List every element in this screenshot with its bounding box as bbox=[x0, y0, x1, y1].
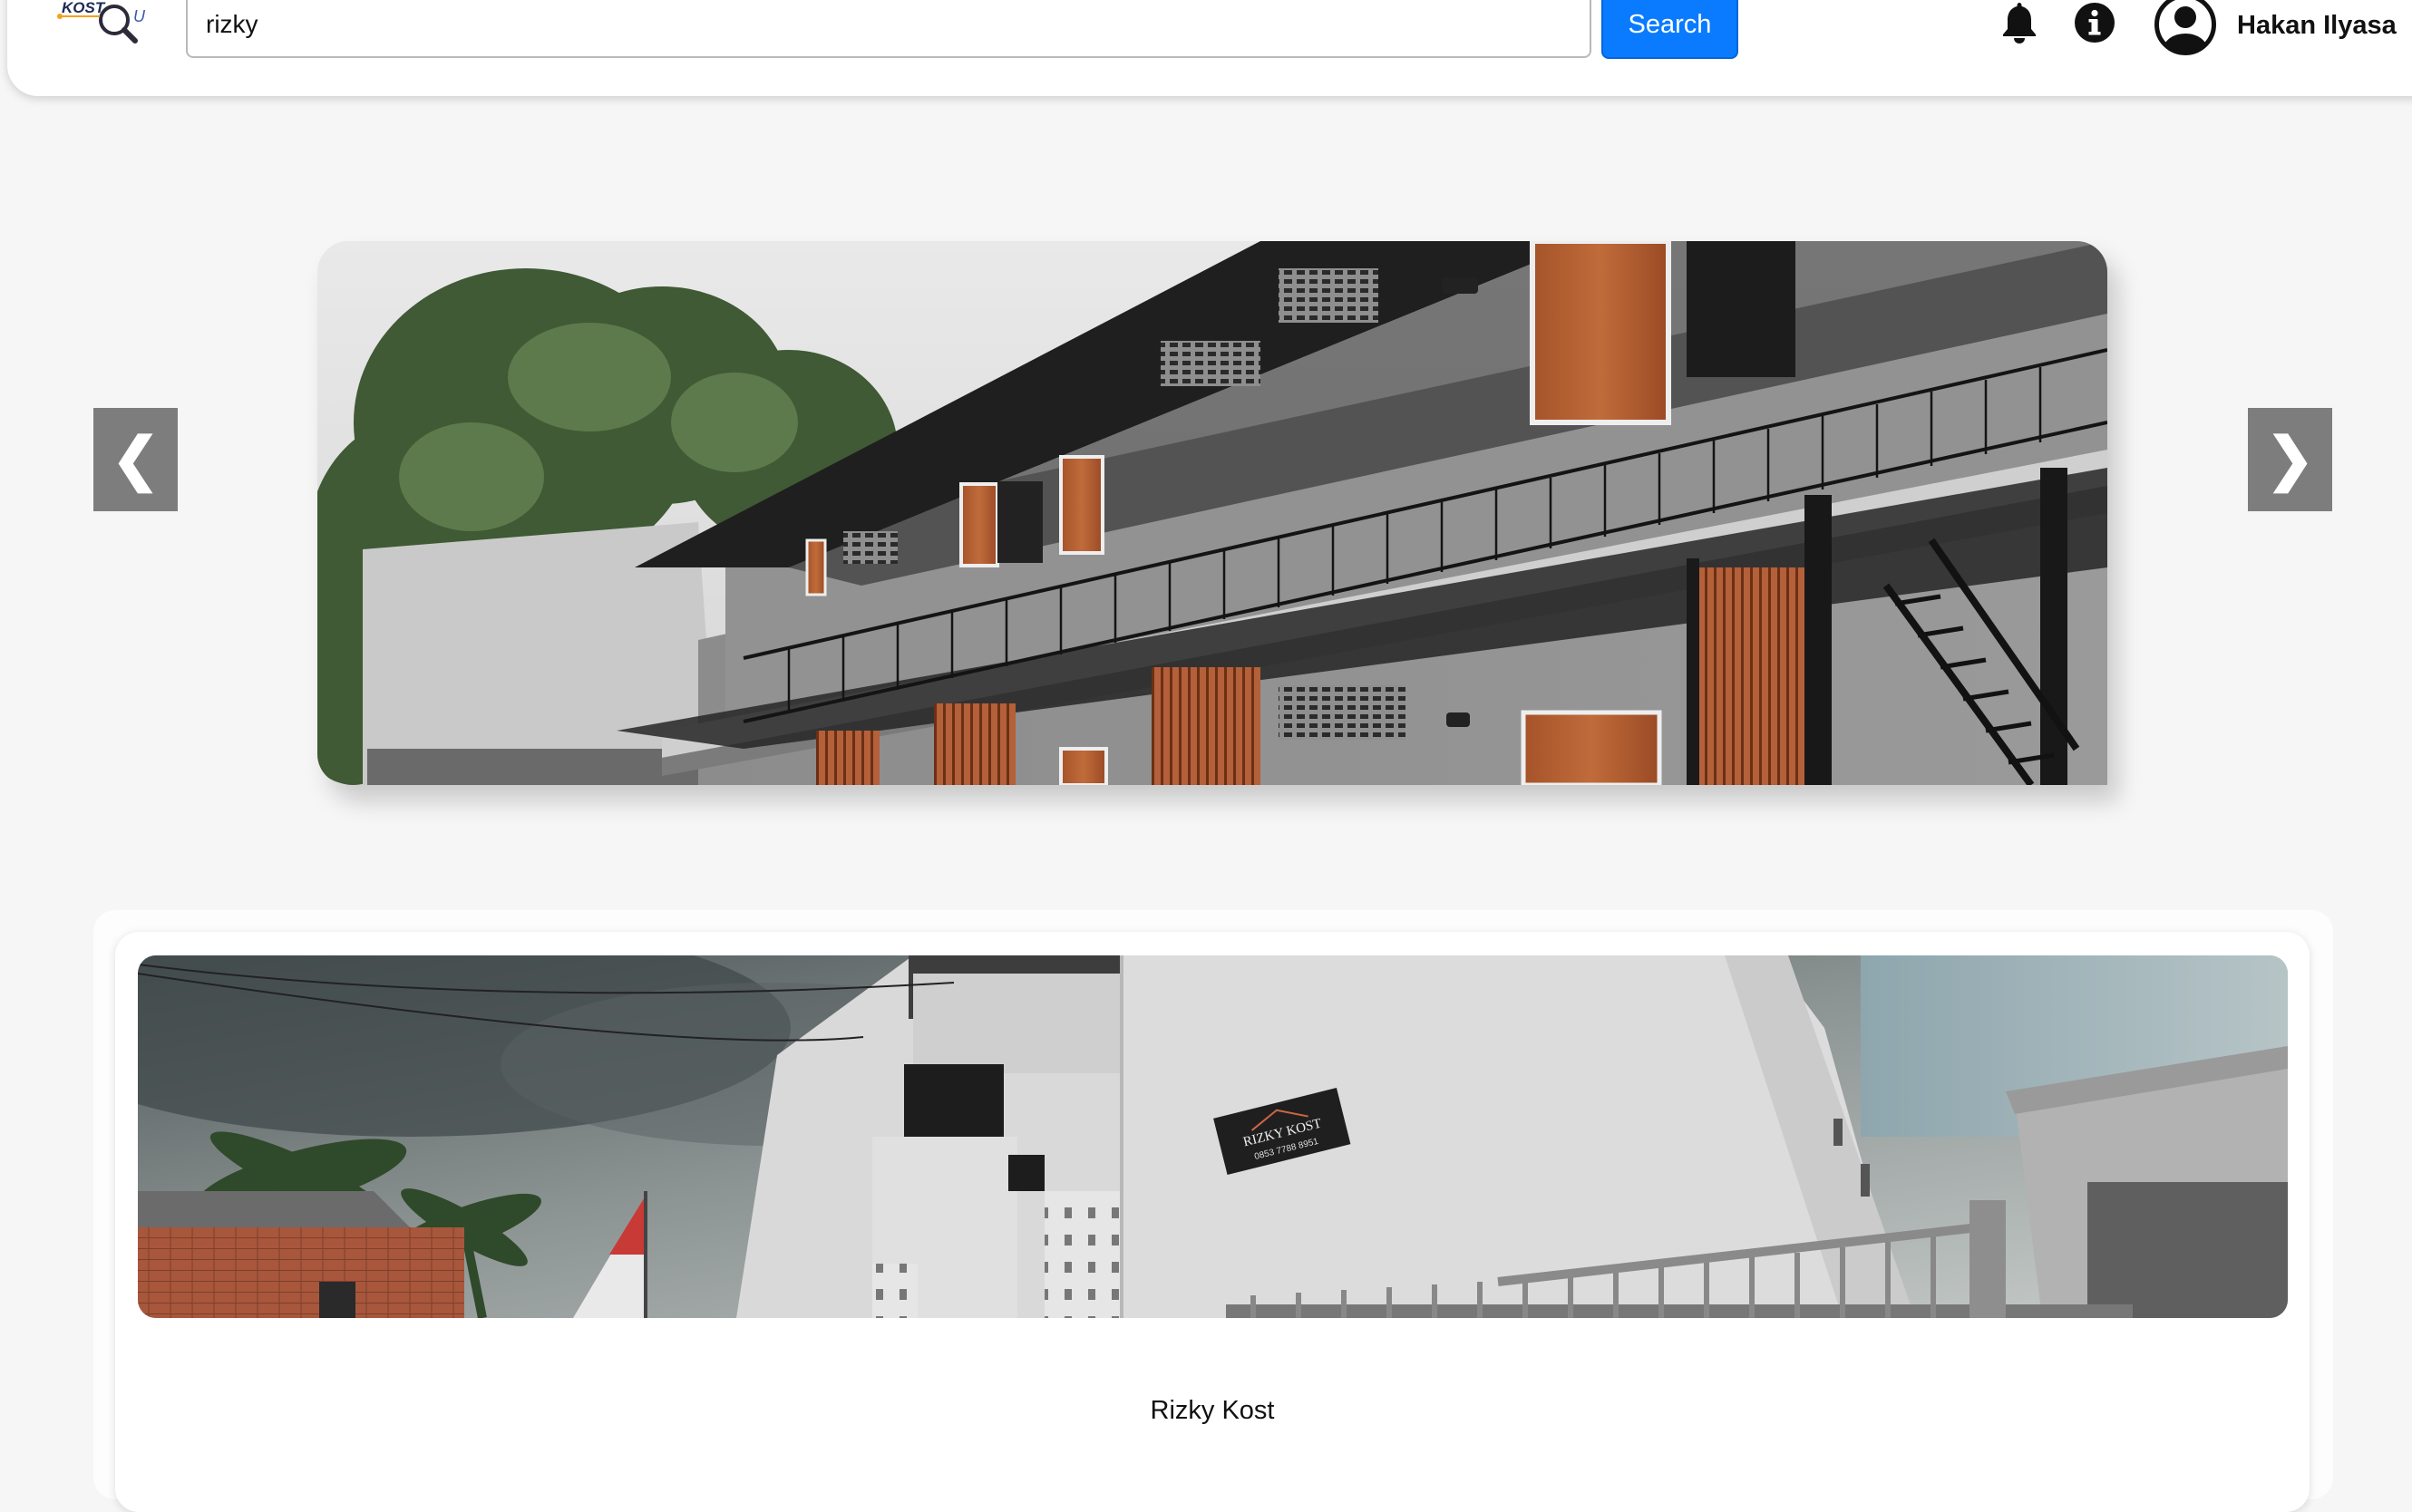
search-button[interactable]: Search bbox=[1601, 0, 1738, 59]
featured-carousel: ❮ ❯ bbox=[0, 241, 2412, 785]
top-navbar: KOST U Search Hakan Ilyas bbox=[7, 0, 2412, 96]
search-input[interactable] bbox=[186, 0, 1591, 58]
carousel-slide-image bbox=[317, 241, 2107, 785]
svg-text:U: U bbox=[133, 7, 146, 25]
listing-card-rizky-kost[interactable]: RIZKY KOST 0853 7788 8951 Rizky Kost bbox=[115, 932, 2310, 1512]
info-icon[interactable] bbox=[2074, 2, 2115, 44]
listing-photo: RIZKY KOST 0853 7788 8951 bbox=[138, 955, 2288, 1318]
carousel-prev-button[interactable]: ❮ bbox=[93, 408, 178, 511]
kostqu-logo[interactable]: KOST U bbox=[51, 0, 147, 45]
svg-text:KOST: KOST bbox=[62, 0, 106, 16]
user-name[interactable]: Hakan Ilyasa bbox=[2237, 11, 2397, 41]
carousel-next-button[interactable]: ❯ bbox=[2248, 408, 2332, 511]
listing-name[interactable]: Rizky Kost bbox=[115, 1396, 2310, 1426]
user-avatar-icon[interactable] bbox=[2154, 0, 2217, 56]
bell-icon[interactable] bbox=[2001, 0, 2038, 44]
